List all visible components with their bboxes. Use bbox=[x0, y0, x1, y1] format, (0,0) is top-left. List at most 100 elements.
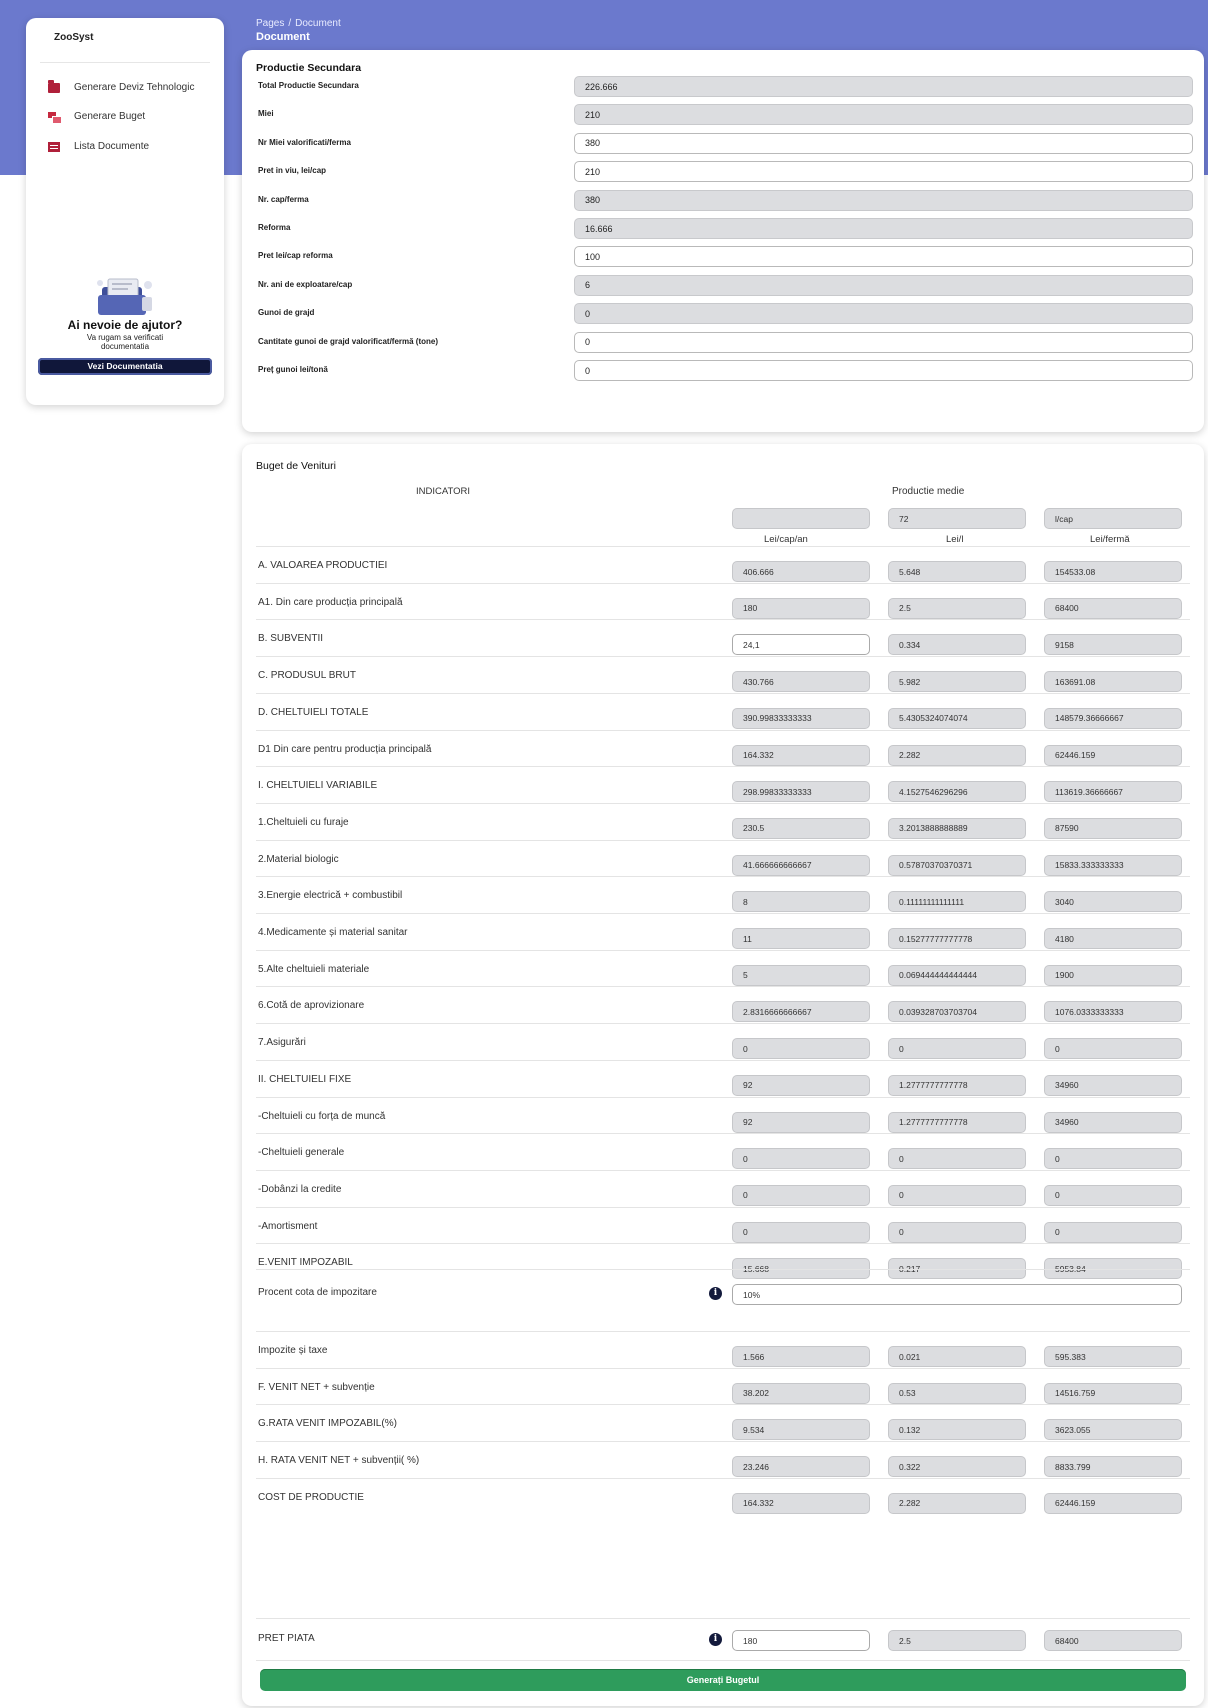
indicator-value-input[interactable] bbox=[732, 671, 870, 693]
indicator-value-input[interactable] bbox=[732, 1492, 870, 1514]
indicator-value-input[interactable] bbox=[888, 634, 1026, 656]
indicator-value-input[interactable] bbox=[888, 928, 1026, 949]
indicator-value-input[interactable] bbox=[888, 1419, 1026, 1441]
productie-medie-input-1[interactable] bbox=[732, 508, 870, 529]
indicator-value-input[interactable] bbox=[732, 1148, 870, 1170]
field-input[interactable] bbox=[574, 331, 1193, 353]
indicator-label: A1. Din care producția principală bbox=[258, 596, 403, 608]
indicator-value-input[interactable] bbox=[732, 817, 870, 839]
field-input[interactable] bbox=[574, 104, 1193, 126]
indicator-value-input[interactable] bbox=[1044, 1346, 1182, 1367]
indicator-value-input[interactable] bbox=[888, 707, 1026, 729]
sidebar-item-generare-deviz[interactable]: Generare Deviz Tehnologic bbox=[48, 79, 194, 93]
indicator-value-input[interactable] bbox=[732, 854, 870, 876]
indicator-value-input[interactable] bbox=[732, 1001, 870, 1023]
indicator-value-input[interactable] bbox=[732, 1074, 870, 1096]
indicator-value-input[interactable] bbox=[1044, 964, 1182, 986]
indicator-value-input[interactable] bbox=[888, 891, 1026, 913]
indicator-value-input[interactable] bbox=[1044, 707, 1182, 729]
view-documentation-button[interactable]: Vezi Documentatia bbox=[38, 358, 212, 375]
pret-piata-lei-l-input[interactable] bbox=[888, 1630, 1026, 1651]
indicator-value-input[interactable] bbox=[1044, 1111, 1182, 1133]
indicator-value-input[interactable] bbox=[732, 634, 870, 656]
indicator-value-input[interactable] bbox=[1044, 1074, 1182, 1096]
indicator-value-input[interactable] bbox=[888, 1492, 1026, 1514]
indicator-value-input[interactable] bbox=[732, 1038, 870, 1060]
indicator-value-input[interactable] bbox=[888, 854, 1026, 876]
indicator-value-input[interactable] bbox=[1044, 1221, 1182, 1243]
indicator-value-input[interactable] bbox=[1044, 781, 1182, 803]
indicator-value-input[interactable] bbox=[888, 1111, 1026, 1133]
info-icon[interactable]: i bbox=[709, 1633, 722, 1646]
indicator-value-input[interactable] bbox=[1044, 1419, 1182, 1441]
field-input[interactable] bbox=[574, 303, 1193, 325]
indicator-value-input[interactable] bbox=[732, 1456, 870, 1478]
indicator-value-input[interactable] bbox=[888, 1074, 1026, 1096]
procent-cota-input[interactable] bbox=[732, 1284, 1182, 1305]
indicator-value-input[interactable] bbox=[1044, 1456, 1182, 1478]
indicator-value-input[interactable] bbox=[1044, 1382, 1182, 1404]
field-input[interactable] bbox=[574, 132, 1193, 154]
indicator-value-input[interactable] bbox=[1044, 1492, 1182, 1514]
indicator-value-input[interactable] bbox=[888, 1184, 1026, 1206]
indicator-value-input[interactable] bbox=[1044, 891, 1182, 913]
indicator-value-input[interactable] bbox=[888, 1456, 1026, 1478]
indicator-value-input[interactable] bbox=[1044, 817, 1182, 839]
indicator-value-input[interactable] bbox=[732, 781, 870, 803]
field-input[interactable] bbox=[574, 161, 1193, 183]
sidebar-item-generare-buget[interactable]: Generare Buget bbox=[48, 111, 145, 124]
indicator-value-input[interactable] bbox=[732, 1184, 870, 1206]
indicator-value-input[interactable] bbox=[1044, 1184, 1182, 1206]
indicator-value-input[interactable] bbox=[888, 964, 1026, 986]
indicator-value-input[interactable] bbox=[888, 671, 1026, 693]
indicator-value-input[interactable] bbox=[888, 1148, 1026, 1170]
indicator-value-input[interactable] bbox=[888, 1221, 1026, 1243]
indicator-value-input[interactable] bbox=[732, 928, 870, 949]
indicator-value-input[interactable] bbox=[732, 1419, 870, 1441]
indicator-value-input[interactable] bbox=[888, 744, 1026, 766]
indicator-value-input[interactable] bbox=[888, 1346, 1026, 1367]
indicator-value-input[interactable] bbox=[888, 597, 1026, 619]
field-input[interactable] bbox=[574, 189, 1193, 211]
pret-piata-lei-ferma-input[interactable] bbox=[1044, 1630, 1182, 1651]
indicator-value-input[interactable] bbox=[1044, 1038, 1182, 1060]
generate-budget-button[interactable]: Generați Bugetul bbox=[260, 1669, 1186, 1691]
field-input[interactable] bbox=[574, 274, 1193, 296]
indicator-value-input[interactable] bbox=[1044, 854, 1182, 876]
indicator-value-input[interactable] bbox=[732, 744, 870, 766]
info-icon[interactable]: i bbox=[709, 1287, 722, 1300]
indicator-value-input[interactable] bbox=[732, 1221, 870, 1243]
indicator-value-input[interactable] bbox=[888, 561, 1026, 582]
indicator-value-input[interactable] bbox=[732, 1346, 870, 1367]
pret-piata-lei-cap-an-input[interactable] bbox=[732, 1630, 870, 1651]
field-input[interactable] bbox=[574, 76, 1193, 97]
indicator-value-input[interactable] bbox=[888, 817, 1026, 839]
indicator-value-input[interactable] bbox=[732, 891, 870, 913]
indicator-value-input[interactable] bbox=[1044, 597, 1182, 619]
indicator-value-input[interactable] bbox=[732, 1382, 870, 1404]
indicator-value-input[interactable] bbox=[1044, 561, 1182, 582]
indicator-value-input[interactable] bbox=[732, 1111, 870, 1133]
indicator-value-input[interactable] bbox=[888, 1038, 1026, 1060]
indicator-value-input[interactable] bbox=[1044, 1001, 1182, 1023]
breadcrumb-root[interactable]: Pages bbox=[256, 18, 284, 29]
indicator-value-input[interactable] bbox=[1044, 1148, 1182, 1170]
indicator-value-input[interactable] bbox=[732, 597, 870, 619]
indicator-value-input[interactable] bbox=[1044, 928, 1182, 949]
indicator-value-input[interactable] bbox=[888, 1001, 1026, 1023]
indicator-value-input[interactable] bbox=[1044, 634, 1182, 656]
productie-medie-unit-input[interactable] bbox=[1044, 508, 1182, 529]
indicator-value-input[interactable] bbox=[888, 1382, 1026, 1404]
field-input[interactable] bbox=[574, 218, 1193, 239]
indicator-value-input[interactable] bbox=[732, 964, 870, 986]
brand-name[interactable]: ZooSyst bbox=[54, 32, 93, 43]
indicator-value-input[interactable] bbox=[1044, 671, 1182, 693]
indicator-value-input[interactable] bbox=[732, 561, 870, 582]
field-input[interactable] bbox=[574, 360, 1193, 381]
indicator-value-input[interactable] bbox=[1044, 744, 1182, 766]
productie-medie-input-2[interactable] bbox=[888, 508, 1026, 529]
indicator-value-input[interactable] bbox=[888, 781, 1026, 803]
field-input[interactable] bbox=[574, 246, 1193, 268]
sidebar-item-lista-documente[interactable]: Lista Documente bbox=[48, 141, 149, 152]
indicator-value-input[interactable] bbox=[732, 707, 870, 729]
